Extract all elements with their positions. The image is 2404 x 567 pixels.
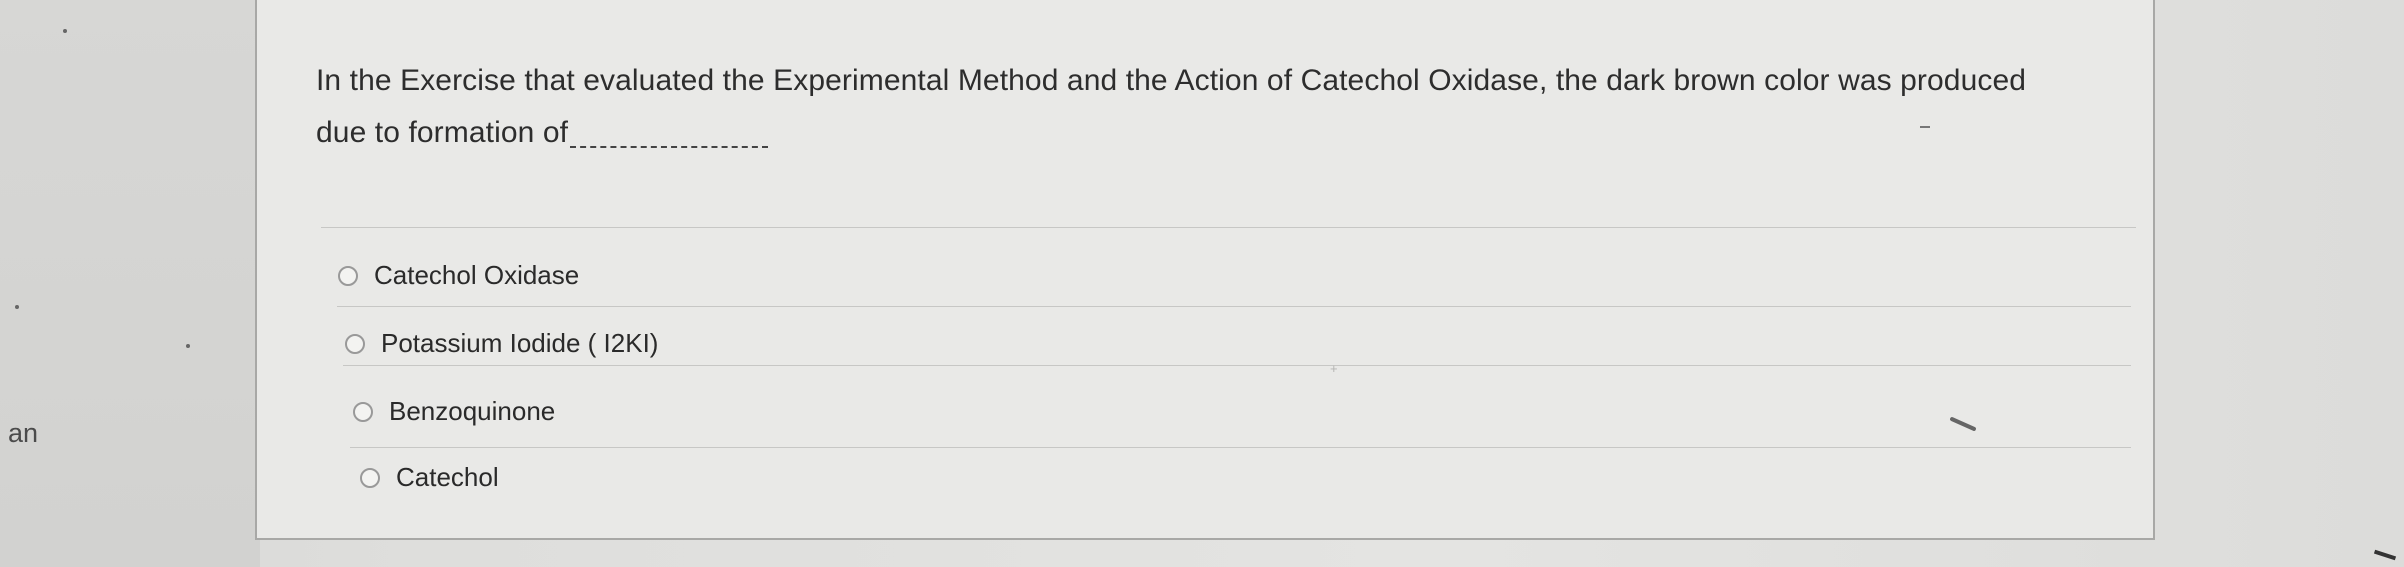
divider-top [321,227,2136,228]
left-dot-3 [186,344,190,348]
left-dot-2 [15,305,19,309]
left-dot-1 [63,29,67,33]
option-label: Benzoquinone [389,396,556,426]
option-label: Potassium Iodide ( I2KI) [381,328,659,358]
left-page-margin [0,0,260,567]
answer-blank [570,145,769,148]
radio-button[interactable] [360,467,380,488]
answer-option-benzoquinone[interactable]: Benzoquinone [353,396,555,427]
cut-off-text: an [8,418,39,448]
radio-button[interactable] [353,401,373,422]
answer-option-catechol[interactable]: Catechol [360,462,499,493]
corner-mark [2373,549,2397,561]
question-prompt: In the Exercise that evaluated the Exper… [316,55,2036,159]
question-text: In the Exercise that evaluated the Exper… [316,64,2027,149]
option-label: Catechol Oxidase [374,260,580,290]
answer-options: Catechol Oxidase Potassium Iodide ( I2KI… [338,260,2138,520]
answer-option-potassium-iodide[interactable]: Potassium Iodide ( I2KI) [345,328,658,359]
small-mark: + [1330,361,1338,376]
option-label: Catechol [396,462,499,492]
radio-button[interactable] [345,333,365,354]
answer-option-catechol-oxidase[interactable]: Catechol Oxidase [338,260,579,291]
radio-button[interactable] [338,265,358,286]
